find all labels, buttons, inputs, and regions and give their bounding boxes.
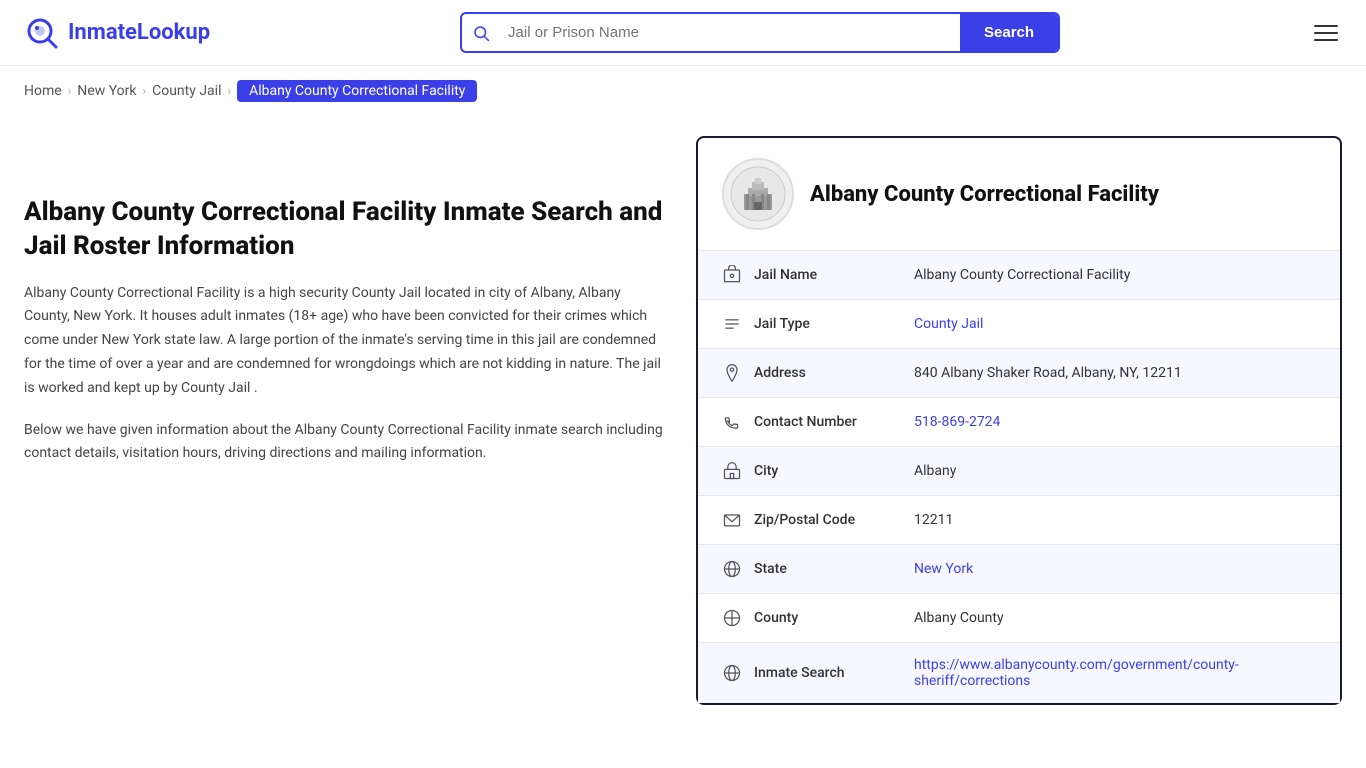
search-icon-wrap bbox=[462, 24, 500, 42]
breadcrumb-county-jail[interactable]: County Jail bbox=[152, 83, 221, 99]
main-content: Albany County Correctional Facility Inma… bbox=[0, 116, 1366, 745]
inmate-search-link[interactable]: https://www.albanycounty.com/government/… bbox=[914, 657, 1239, 689]
search-wrapper: Search bbox=[460, 12, 1060, 53]
hamburger-line-1 bbox=[1314, 25, 1338, 27]
left-column: Albany County Correctional Facility Inma… bbox=[24, 136, 664, 705]
facility-building-icon bbox=[730, 166, 786, 222]
table-row: City Albany bbox=[698, 447, 1340, 496]
logo-icon bbox=[24, 15, 60, 51]
facility-image bbox=[722, 158, 794, 230]
breadcrumb-active: Albany County Correctional Facility bbox=[237, 80, 477, 102]
row-label-inmate-search: Inmate Search bbox=[754, 665, 914, 681]
row-label-zip: Zip/Postal Code bbox=[754, 512, 914, 528]
row-label-state: State bbox=[754, 561, 914, 577]
logo-text: InmateLookup bbox=[68, 20, 210, 45]
table-row: Address 840 Albany Shaker Road, Albany, … bbox=[698, 349, 1340, 398]
search-button[interactable]: Search bbox=[960, 14, 1058, 51]
mail-icon bbox=[722, 510, 754, 530]
page-desc-1: Albany County Correctional Facility is a… bbox=[24, 282, 664, 401]
row-label-address: Address bbox=[754, 365, 914, 381]
breadcrumb-new-york[interactable]: New York bbox=[77, 83, 136, 99]
search-globe-icon bbox=[722, 663, 754, 683]
card-header: Albany County Correctional Facility bbox=[698, 138, 1340, 251]
breadcrumb-sep-2: › bbox=[143, 84, 147, 98]
right-column: Albany County Correctional Facility Jail… bbox=[696, 136, 1342, 705]
city-icon bbox=[722, 461, 754, 481]
state-link[interactable]: New York bbox=[914, 561, 973, 577]
list-icon bbox=[722, 314, 754, 334]
phone-icon bbox=[722, 412, 754, 432]
breadcrumb: Home › New York › County Jail › Albany C… bbox=[0, 66, 1366, 116]
search-input[interactable] bbox=[500, 14, 960, 51]
row-value-county: Albany County bbox=[914, 610, 1316, 626]
location-icon bbox=[722, 363, 754, 383]
page-title: Albany County Correctional Facility Inma… bbox=[24, 196, 664, 264]
row-label-county: County bbox=[754, 610, 914, 626]
county-icon bbox=[722, 608, 754, 628]
table-row: Inmate Search https://www.albanycounty.c… bbox=[698, 643, 1340, 703]
row-value-zip: 12211 bbox=[914, 512, 1316, 528]
table-row: State New York bbox=[698, 545, 1340, 594]
header: InmateLookup Search bbox=[0, 0, 1366, 66]
row-label-jail-type: Jail Type bbox=[754, 316, 914, 332]
breadcrumb-sep-1: › bbox=[68, 84, 72, 98]
facility-card: Albany County Correctional Facility Jail… bbox=[696, 136, 1342, 705]
table-row: Contact Number 518-869-2724 bbox=[698, 398, 1340, 447]
row-label-contact: Contact Number bbox=[754, 414, 914, 430]
table-row: Zip/Postal Code 12211 bbox=[698, 496, 1340, 545]
row-value-jail-name: Albany County Correctional Facility bbox=[914, 267, 1316, 283]
row-label-jail-name: Jail Name bbox=[754, 267, 914, 283]
hamburger-menu[interactable] bbox=[1310, 21, 1342, 45]
table-row: Jail Name Albany County Correctional Fac… bbox=[698, 251, 1340, 300]
hamburger-line-2 bbox=[1314, 32, 1338, 34]
row-value-state: New York bbox=[914, 561, 1316, 577]
jail-type-link[interactable]: County Jail bbox=[914, 316, 983, 332]
row-value-jail-type: County Jail bbox=[914, 316, 1316, 332]
info-table: Jail Name Albany County Correctional Fac… bbox=[698, 251, 1340, 703]
table-row: Jail Type County Jail bbox=[698, 300, 1340, 349]
row-value-address: 840 Albany Shaker Road, Albany, NY, 1221… bbox=[914, 365, 1316, 381]
page-desc-2: Below we have given information about th… bbox=[24, 419, 664, 467]
contact-number-link[interactable]: 518-869-2724 bbox=[914, 414, 1000, 430]
search-area: Search bbox=[460, 12, 1060, 53]
row-value-inmate-search: https://www.albanycounty.com/government/… bbox=[914, 657, 1316, 689]
logo-link[interactable]: InmateLookup bbox=[24, 15, 210, 51]
globe-icon bbox=[722, 559, 754, 579]
hamburger-line-3 bbox=[1314, 39, 1338, 41]
jail-icon bbox=[722, 265, 754, 285]
row-label-city: City bbox=[754, 463, 914, 479]
breadcrumb-home[interactable]: Home bbox=[24, 83, 62, 99]
row-value-city: Albany bbox=[914, 463, 1316, 479]
card-title: Albany County Correctional Facility bbox=[810, 182, 1159, 207]
breadcrumb-sep-3: › bbox=[227, 84, 231, 98]
table-row: County Albany County bbox=[698, 594, 1340, 643]
row-value-contact: 518-869-2724 bbox=[914, 414, 1316, 430]
search-icon bbox=[472, 24, 490, 42]
